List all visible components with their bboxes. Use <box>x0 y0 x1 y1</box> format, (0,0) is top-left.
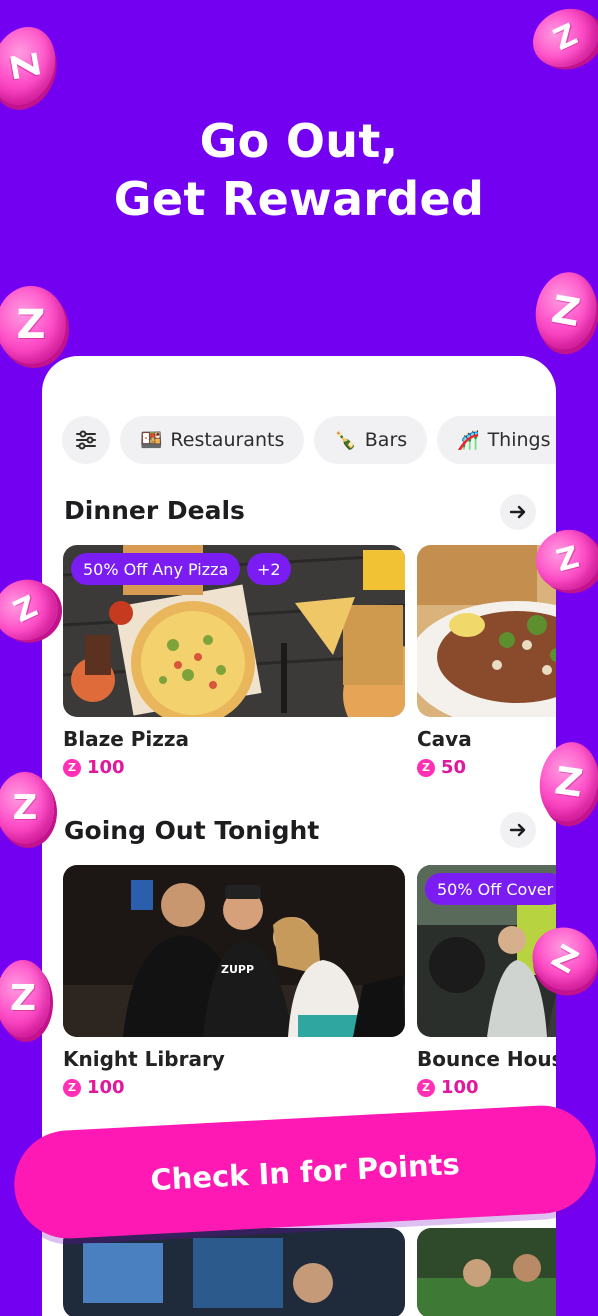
venue-points: Z 100 <box>63 757 405 778</box>
points-value: 100 <box>441 1077 479 1098</box>
dinner-deals-see-all-button[interactable] <box>500 494 536 530</box>
filter-chip-label: Restaurants <box>170 429 285 451</box>
venue-card-partial[interactable] <box>63 1228 405 1316</box>
venue-card-knight-library[interactable]: ZUPP Knight Library Z 100 <box>63 865 405 1098</box>
venue-photo <box>417 1228 556 1316</box>
filter-settings-button[interactable] <box>62 416 110 464</box>
shirt-logo-text: ZUPP <box>221 963 254 976</box>
hero-line-2: Get Rewarded <box>113 172 485 226</box>
filter-chip-things-to-do[interactable]: 🎢 Things T <box>437 416 556 464</box>
venue-photo: ZUPP <box>63 865 405 1037</box>
filter-chip-label: Things T <box>487 429 556 451</box>
points-value: 50 <box>441 757 467 778</box>
z-coin-icon: Z <box>63 1078 81 1097</box>
section-title-going-out-tonight: Going Out Tonight <box>64 816 320 845</box>
venue-card-partial[interactable] <box>417 1228 556 1316</box>
arrow-right-icon <box>509 505 526 519</box>
venue-name: Cava <box>417 727 472 751</box>
venue-card-bounce-house[interactable]: 50% Off Cover Bounce House Z 100 <box>417 865 556 1098</box>
venue-points: Z 100 <box>417 1077 556 1098</box>
z-coin-icon: Z <box>417 1078 435 1097</box>
z-coin-icon: Z <box>0 286 66 364</box>
deal-badge: 50% Off Cover <box>425 873 556 905</box>
venue-card-cava[interactable]: Cava Z 50 <box>417 545 556 778</box>
venue-name: Bounce House <box>417 1047 556 1071</box>
filter-chip-bars[interactable]: 🍾 Bars <box>314 416 428 464</box>
venue-points: Z 50 <box>417 757 556 778</box>
filter-chip-restaurants[interactable]: 🍱 Restaurants <box>120 416 305 464</box>
section-title-dinner-deals: Dinner Deals <box>64 496 245 525</box>
sliders-icon <box>76 430 96 450</box>
venue-photo <box>63 1228 405 1316</box>
z-coin-icon: Z <box>417 758 435 777</box>
venue-name: Knight Library <box>63 1047 225 1071</box>
z-coin-icon: Z <box>0 17 66 115</box>
bento-icon: 🍱 <box>140 429 163 451</box>
bottle-icon: 🍾 <box>334 429 357 451</box>
z-coin-icon: Z <box>63 758 81 777</box>
venue-photo: 50% Off Any Pizza +2 <box>63 545 405 717</box>
points-value: 100 <box>87 1077 125 1098</box>
deal-badge: 50% Off Any Pizza <box>71 553 241 585</box>
venue-points: Z 100 <box>63 1077 405 1098</box>
filter-chip-label: Bars <box>364 429 408 451</box>
category-filter-bar: 🍱 Restaurants 🍾 Bars 🎢 Things T <box>62 416 556 464</box>
hero-line-1: Go Out, <box>199 114 399 168</box>
check-in-label: Check In for Points <box>149 1146 461 1198</box>
venue-name: Blaze Pizza <box>63 727 190 751</box>
hero-headline: Go Out, Get Rewarded <box>0 112 598 228</box>
points-value: 100 <box>87 757 125 778</box>
roller-coaster-icon: 🎢 <box>457 429 480 451</box>
z-coin-icon: Z <box>529 267 598 355</box>
venue-photo <box>417 545 556 717</box>
more-deals-badge: +2 <box>247 553 291 585</box>
going-out-see-all-button[interactable] <box>500 812 536 848</box>
arrow-right-icon <box>509 823 526 837</box>
z-coin-icon: Z <box>523 0 598 78</box>
venue-card-blaze-pizza[interactable]: 50% Off Any Pizza +2 Blaze Pizza Z 100 <box>63 545 405 778</box>
